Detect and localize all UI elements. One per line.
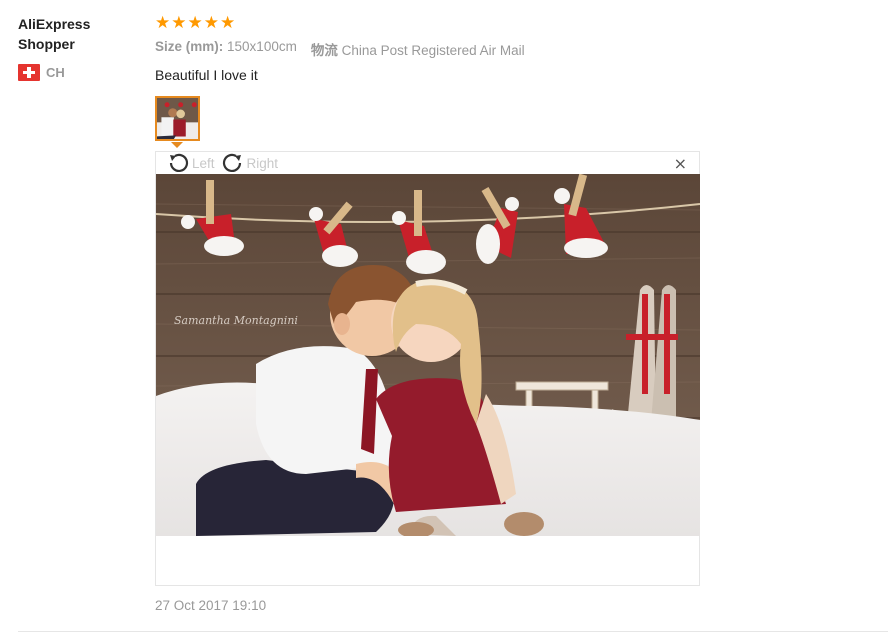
review-divider — [18, 631, 888, 632]
size-label: Size (mm): — [155, 39, 224, 54]
star-icon: ★ — [171, 13, 187, 33]
shipping-spec: 物流 China Post Registered Air Mail — [311, 39, 525, 59]
thumbnail-image — [157, 98, 198, 139]
size-value: 150x100cm — [227, 39, 297, 54]
rotate-right-icon — [222, 153, 241, 172]
buyer-name: AliExpress Shopper — [18, 16, 91, 52]
star-icon: ★ — [220, 13, 236, 33]
buyer-country: CH — [18, 64, 65, 81]
star-rating: ★ ★ ★ ★ ★ — [155, 14, 235, 32]
star-icon: ★ — [155, 13, 171, 33]
close-viewer-icon[interactable]: × — [674, 156, 687, 172]
image-viewer: Left Right × Samantha Montagnini — [155, 151, 700, 586]
review-photo: Samantha Montagnini — [156, 174, 700, 536]
country-code: CH — [46, 65, 65, 80]
switzerland-flag-icon — [18, 64, 40, 81]
order-specs: Size (mm): 150x100cm 物流 China Post Regis… — [155, 39, 525, 59]
size-spec: Size (mm): 150x100cm — [155, 39, 297, 59]
review-photo-image: Samantha Montagnini — [156, 174, 700, 536]
viewer-toolbar: Left Right — [166, 152, 278, 174]
thumbnail-pointer — [171, 142, 183, 148]
star-icon: ★ — [203, 13, 219, 33]
photo-watermark: Samantha Montagnini — [174, 314, 298, 327]
review-timestamp: 27 Oct 2017 19:10 — [155, 598, 267, 613]
rotate-left-icon — [169, 153, 189, 172]
star-icon: ★ — [187, 13, 203, 33]
rotate-right-button[interactable]: Right — [221, 152, 279, 174]
feedback-text: Beautiful I love it — [155, 67, 258, 83]
rotate-left-button[interactable]: Left — [166, 152, 215, 174]
photo-thumbnail[interactable] — [155, 96, 200, 141]
rotate-left-label: Left — [192, 155, 215, 171]
shipping-value: China Post Registered Air Mail — [341, 43, 525, 58]
rotate-right-label: Right — [246, 155, 279, 171]
shipping-label: 物流 — [310, 43, 338, 58]
